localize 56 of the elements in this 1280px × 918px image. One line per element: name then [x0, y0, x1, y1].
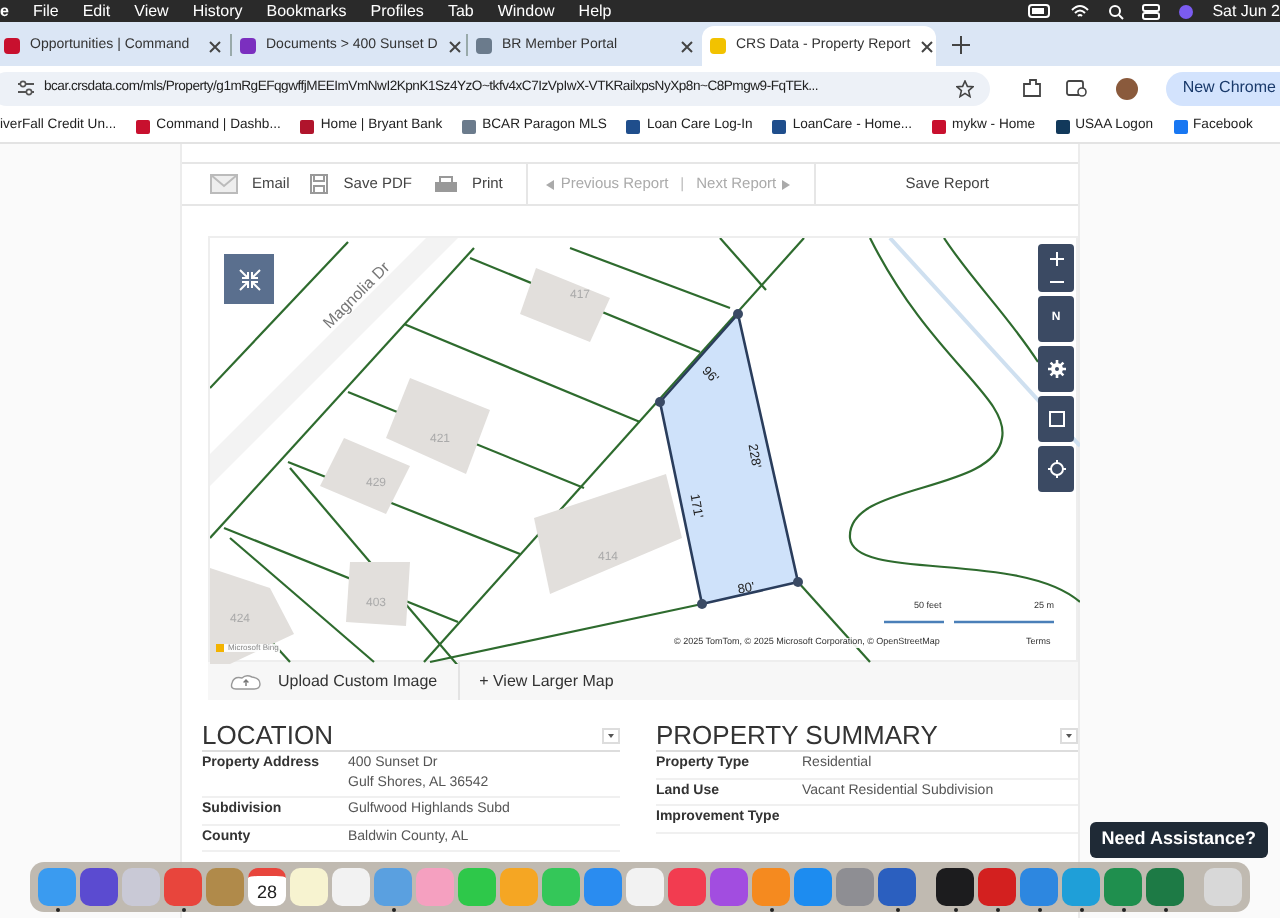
siri-icon[interactable] [1178, 3, 1195, 19]
scale-bar [884, 620, 944, 624]
menu-item[interactable]: Window [497, 0, 555, 23]
close-icon[interactable] [208, 39, 222, 53]
crosshair-icon[interactable] [1047, 460, 1065, 478]
view-larger-map-link[interactable]: + View Larger Map [479, 669, 614, 693]
menu-item[interactable]: Profiles [370, 0, 424, 23]
section-heading: LOCATION [202, 722, 333, 748]
upload-image-link[interactable]: Upload Custom Image [278, 669, 438, 693]
section-heading: PROPERTY SUMMARY [656, 722, 938, 748]
dropdown-caret-icon[interactable] [602, 727, 620, 743]
building-footprint [320, 438, 410, 514]
calendar-app-icon[interactable]: 28 [248, 868, 286, 906]
wifi-icon[interactable] [1070, 3, 1091, 19]
cloud-upload-icon [230, 673, 262, 689]
building-footprint [386, 378, 490, 474]
envelope-icon [210, 174, 238, 194]
menu-item[interactable]: Bookmarks [266, 0, 347, 23]
logo-icon [216, 644, 224, 652]
scale-bar [954, 620, 1054, 624]
battery-icon[interactable] [1028, 4, 1053, 18]
new-chrome-button[interactable]: New Chrome [1166, 71, 1280, 105]
close-icon[interactable] [447, 39, 462, 53]
app-icon[interactable] [936, 868, 974, 906]
search-icon[interactable] [1108, 3, 1125, 19]
previous-arrow-icon [546, 179, 555, 189]
new-tab-icon[interactable] [952, 35, 970, 53]
tab-search-icon[interactable] [1066, 79, 1088, 97]
menu-item[interactable]: Tab [447, 0, 474, 23]
bookmark-star-icon[interactable] [956, 79, 974, 97]
app-menu[interactable]: e [0, 0, 9, 23]
building-footprint [520, 268, 610, 342]
close-icon[interactable] [680, 39, 694, 53]
zoom-out-icon[interactable] [1049, 280, 1063, 285]
collapse-icon [237, 267, 261, 291]
need-assistance-button[interactable]: Need Assistance? [1089, 822, 1268, 858]
zoom-in-icon[interactable] [1049, 251, 1063, 266]
menu-item[interactable]: File [32, 0, 59, 23]
dropdown-caret-icon[interactable] [1060, 727, 1078, 743]
settings-icon[interactable] [1047, 360, 1065, 378]
extensions-icon[interactable] [1022, 78, 1042, 98]
building-footprint [346, 562, 410, 626]
building-footprint [210, 568, 294, 664]
parcel-outline[interactable] [655, 309, 803, 609]
close-icon[interactable] [920, 39, 935, 53]
printer-icon [433, 175, 458, 193]
site-settings-icon[interactable] [18, 80, 34, 96]
menu-item[interactable]: History [192, 0, 243, 23]
square-icon[interactable] [1047, 410, 1065, 428]
collapse-button[interactable] [224, 254, 274, 304]
menu-item[interactable]: Edit [82, 0, 111, 23]
next-arrow-icon [782, 179, 791, 189]
clock-text: Sat Jun 2 [1212, 0, 1280, 23]
control-center-icon[interactable] [1142, 3, 1161, 19]
menu-item[interactable]: View [134, 0, 169, 23]
menu-item[interactable]: Help [578, 0, 612, 23]
